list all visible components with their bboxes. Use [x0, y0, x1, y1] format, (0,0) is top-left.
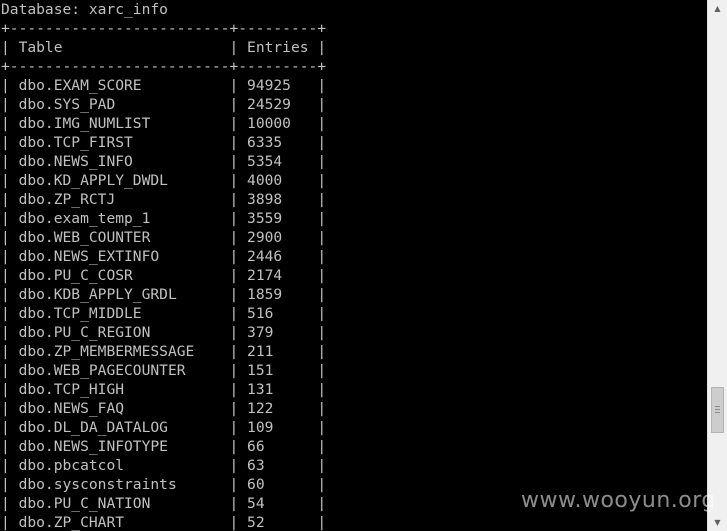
table-name-cell: dbo.PU_C_COSR: [18, 267, 133, 284]
table-name-cell: dbo.PU_C_NATION: [18, 495, 151, 512]
table-row: | dbo.DL_DA_DATALOG | 109 |: [1, 419, 327, 436]
entries-cell: 2900: [247, 229, 283, 246]
table-border-header: +-------------------------+---------+: [1, 58, 327, 75]
database-line: Database: xarc_info: [1, 1, 168, 18]
entries-cell: 10000: [247, 115, 291, 132]
scroll-up-icon[interactable]: ▲: [708, 0, 727, 17]
table-name-cell: dbo.TCP_MIDDLE: [18, 305, 142, 322]
table-name-cell: dbo.PU_C_REGION: [18, 324, 151, 341]
table-row: | dbo.TCP_HIGH | 131 |: [1, 381, 327, 398]
watermark: www.wooyun.org: [521, 488, 716, 513]
column-header-table: Table: [18, 39, 63, 56]
entries-cell: 60: [247, 476, 265, 493]
table-name-cell: dbo.DL_DA_DATALOG: [18, 419, 168, 436]
thumb-grip-line: [715, 406, 720, 407]
table-name-cell: dbo.WEB_PAGECOUNTER: [18, 362, 186, 379]
entries-cell: 211: [247, 343, 274, 360]
table-row: | dbo.pbcatcol | 63 |: [1, 457, 327, 474]
entries-cell: 54: [247, 495, 265, 512]
table-row: | dbo.TCP_FIRST | 6335 |: [1, 134, 327, 151]
table-name-cell: dbo.NEWS_INFO: [18, 153, 133, 170]
table-row: | dbo.IMG_NUMLIST | 10000 |: [1, 115, 327, 132]
table-row: | dbo.SYS_PAD | 24529 |: [1, 96, 327, 113]
table-name-cell: dbo.ZP_CHART: [18, 514, 125, 531]
table-name-cell: dbo.ZP_MEMBERMESSAGE: [18, 343, 195, 360]
table-row: | dbo.NEWS_FAQ | 122 |: [1, 400, 327, 417]
table-row: | dbo.NEWS_INFO | 5354 |: [1, 153, 327, 170]
scroll-down-icon[interactable]: ▼: [708, 514, 727, 531]
entries-cell: 151: [247, 362, 274, 379]
entries-cell: 3898: [247, 191, 283, 208]
entries-cell: 2446: [247, 248, 283, 265]
table-body: | dbo.EXAM_SCORE | 94925 | | dbo.SYS_PAD …: [1, 76, 705, 531]
table-name-cell: dbo.EXAM_SCORE: [18, 77, 142, 94]
entries-cell: 6335: [247, 134, 283, 151]
table-row: | dbo.KD_APPLY_DWDL | 4000 |: [1, 172, 327, 189]
entries-cell: 94925: [247, 77, 291, 94]
entries-cell: 5354: [247, 153, 283, 170]
entries-cell: 122: [247, 400, 274, 417]
column-header-entries: Entries: [247, 39, 309, 56]
table-name-cell: dbo.KD_APPLY_DWDL: [18, 172, 168, 189]
entries-cell: 379: [247, 324, 274, 341]
table-row: | dbo.EXAM_SCORE | 94925 |: [1, 77, 327, 94]
table-name-cell: dbo.IMG_NUMLIST: [18, 115, 151, 132]
table-name-cell: dbo.SYS_PAD: [18, 96, 116, 113]
table-row: | dbo.ZP_CHART | 52 |: [1, 514, 327, 531]
table-row: | dbo.exam_temp_1 | 3559 |: [1, 210, 327, 227]
table-name-cell: dbo.TCP_FIRST: [18, 134, 133, 151]
thumb-grip-line: [715, 412, 720, 413]
table-name-cell: dbo.ZP_RCTJ: [18, 191, 116, 208]
console-window: Database: xarc_info +--------------------…: [0, 0, 727, 531]
entries-cell: 1859: [247, 286, 283, 303]
table-row: | dbo.PU_C_REGION | 379 |: [1, 324, 327, 341]
table-row: | dbo.NEWS_EXTINFO | 2446 |: [1, 248, 327, 265]
entries-cell: 2174: [247, 267, 283, 284]
entries-cell: 109: [247, 419, 274, 436]
table-name-cell: dbo.exam_temp_1: [18, 210, 151, 227]
entries-cell: 516: [247, 305, 274, 322]
entries-cell: 131: [247, 381, 274, 398]
table-row: | dbo.TCP_MIDDLE | 516 |: [1, 305, 327, 322]
table-row: | dbo.ZP_RCTJ | 3898 |: [1, 191, 327, 208]
table-row: | dbo.KDB_APPLY_GRDL | 1859 |: [1, 286, 327, 303]
entries-cell: 63: [247, 457, 265, 474]
table-row: | dbo.WEB_COUNTER | 2900 |: [1, 229, 327, 246]
table-name-cell: dbo.pbcatcol: [18, 457, 125, 474]
table-row: | dbo.NEWS_INFOTYPE | 66 |: [1, 438, 327, 455]
entries-cell: 3559: [247, 210, 283, 227]
vertical-scrollbar[interactable]: ▲ ▼: [707, 0, 727, 531]
table-name-cell: dbo.NEWS_EXTINFO: [18, 248, 160, 265]
table-row: | dbo.WEB_PAGECOUNTER | 151 |: [1, 362, 327, 379]
table-name-cell: dbo.TCP_HIGH: [18, 381, 125, 398]
thumb-grip-line: [715, 409, 720, 410]
table-name-cell: dbo.WEB_COUNTER: [18, 229, 151, 246]
table-name-cell: dbo.NEWS_INFOTYPE: [18, 438, 168, 455]
table-row: | dbo.ZP_MEMBERMESSAGE | 211 |: [1, 343, 327, 360]
console-output: Database: xarc_info +--------------------…: [1, 0, 705, 531]
table-border-top: +-------------------------+---------+: [1, 20, 327, 37]
table-name-cell: dbo.NEWS_FAQ: [18, 400, 125, 417]
entries-cell: 4000: [247, 172, 283, 189]
table-header-row: | Table | Entries |: [1, 39, 327, 56]
table-row: | dbo.PU_C_COSR | 2174 |: [1, 267, 327, 284]
entries-cell: 24529: [247, 96, 291, 113]
table-name-cell: dbo.KDB_APPLY_GRDL: [18, 286, 177, 303]
entries-cell: 52: [247, 514, 265, 531]
scrollbar-thumb[interactable]: [711, 387, 724, 433]
entries-cell: 66: [247, 438, 265, 455]
table-name-cell: dbo.sysconstraints: [18, 476, 177, 493]
